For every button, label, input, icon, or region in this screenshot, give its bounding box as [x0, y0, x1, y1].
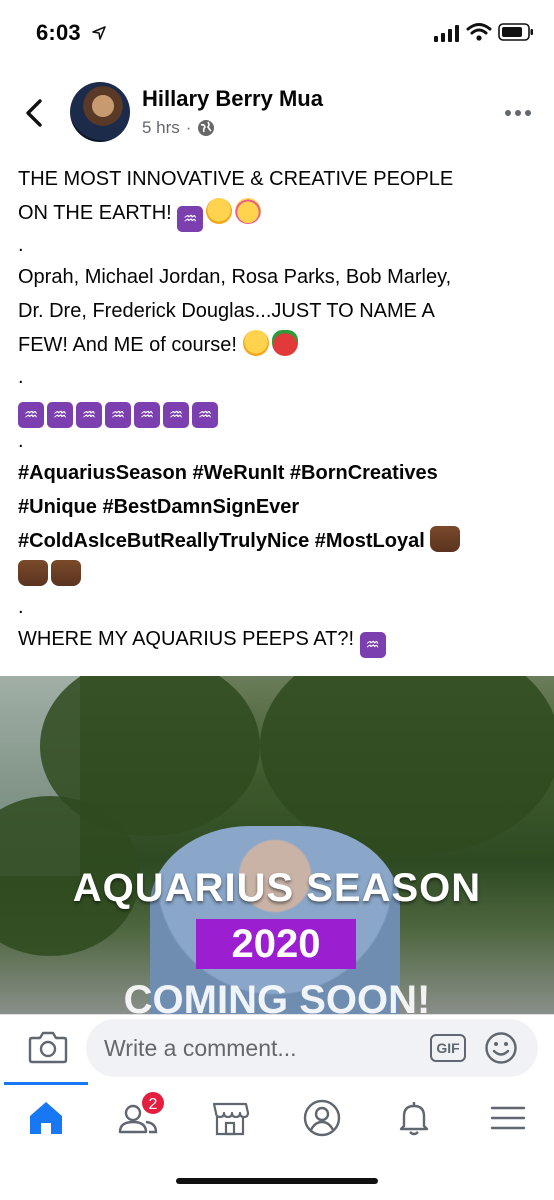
raising-hands-emoji-icon	[430, 526, 461, 552]
location-arrow-icon	[92, 26, 106, 40]
more-options-icon[interactable]	[504, 108, 532, 118]
hashtag-text[interactable]: #ColdAsIceButReallyTrulyNice #MostLoyal	[18, 530, 425, 552]
aquarius-emoji-icon: ♒	[163, 402, 189, 428]
post-line-text: WHERE MY AQUARIUS PEEPS AT?!	[18, 628, 355, 650]
hashtag-line[interactable]: #ColdAsIceButReallyTrulyNice #MostLoyal	[18, 524, 538, 558]
home-indicator[interactable]	[176, 1178, 378, 1184]
post-text: THE MOST INNOVATIVE & CREATIVE PEOPLE ON…	[18, 162, 538, 658]
aquarius-emoji-icon: ♒	[18, 402, 44, 428]
winking-face-emoji-icon	[242, 330, 269, 356]
aquarius-emoji-icon: ♒	[192, 402, 218, 428]
marketplace-tab-icon[interactable]	[208, 1096, 252, 1140]
partying-face-emoji-icon	[235, 198, 262, 224]
aquarius-emoji-icon: ♒	[177, 206, 204, 232]
video-year: 2020	[196, 919, 356, 969]
post-dot: .	[18, 234, 24, 256]
post-time[interactable]: 5 hrs	[142, 118, 180, 138]
strawberry-emoji-icon	[271, 330, 298, 356]
meta-separator: ·	[185, 118, 192, 137]
post-meta: 5 hrs ·	[142, 118, 215, 138]
aquarius-emoji-icon: ♒	[76, 402, 102, 428]
public-globe-icon	[198, 120, 215, 136]
post-dot: .	[18, 596, 24, 618]
post-video[interactable]: AQUARIUS SEASON 2020 COMING SOON!	[0, 676, 554, 1014]
menu-hamburger-icon[interactable]	[486, 1096, 530, 1140]
aquarius-emoji-icon: ♒	[105, 402, 131, 428]
emoji-picker-icon[interactable]	[484, 1031, 518, 1065]
author-avatar[interactable]	[70, 82, 130, 142]
back-chevron-icon[interactable]	[22, 98, 48, 128]
gif-button[interactable]: GIF	[430, 1034, 466, 1062]
post-line-text: FEW! And ME of course!	[18, 334, 237, 356]
post-dot: .	[18, 430, 24, 452]
comment-bar: Write a comment... GIF	[0, 1014, 554, 1082]
comment-placeholder: Write a comment...	[104, 1035, 297, 1061]
battery-icon	[498, 23, 533, 41]
raising-hands-row	[18, 558, 538, 592]
hashtag-line[interactable]: #Unique #BestDamnSignEver	[18, 490, 538, 524]
post-line: Oprah, Michael Jordan, Rosa Parks, Bob M…	[18, 266, 452, 288]
aquarius-emoji-icon: ♒	[134, 402, 160, 428]
status-time: 6:03	[36, 20, 81, 45]
profile-tab-icon[interactable]	[300, 1096, 344, 1140]
friends-notification-badge: 2	[140, 1090, 166, 1116]
cellular-signal-icon	[434, 25, 459, 42]
post-header: Hillary Berry Mua 5 hrs ·	[0, 78, 554, 150]
post-author-name[interactable]: Hillary Berry Mua	[142, 86, 323, 112]
post-line: Dr. Dre, Frederick Douglas...JUST TO NAM…	[18, 300, 435, 322]
post-dot: .	[18, 366, 24, 388]
raising-hands-emoji-icon	[18, 560, 48, 586]
aquarius-emoji-icon: ♒	[359, 632, 386, 658]
aquarius-emoji-row: ♒ ♒ ♒ ♒ ♒ ♒ ♒	[18, 392, 538, 428]
comment-input[interactable]: Write a comment... GIF	[86, 1019, 538, 1077]
home-tab-icon[interactable]	[24, 1096, 68, 1140]
camera-icon[interactable]	[28, 1029, 68, 1065]
video-subtitle: COMING SOON!	[123, 978, 431, 1014]
hashtag-line[interactable]: #AquariusSeason #WeRunIt #BornCreatives	[18, 456, 538, 490]
notifications-bell-icon[interactable]	[392, 1096, 436, 1140]
status-bar: 6:03	[0, 0, 554, 64]
aquarius-emoji-icon: ♒	[47, 402, 73, 428]
post-line-text: ON THE EARTH!	[18, 202, 172, 224]
post-line: ON THE EARTH! ♒	[18, 196, 538, 232]
post-line: FEW! And ME of course!	[18, 328, 538, 362]
zany-face-emoji-icon	[206, 198, 233, 224]
wifi-icon	[466, 23, 492, 41]
post-line: WHERE MY AQUARIUS PEEPS AT?! ♒	[18, 622, 538, 658]
post-line: THE MOST INNOVATIVE & CREATIVE PEOPLE	[18, 168, 454, 190]
active-tab-indicator	[4, 1082, 88, 1085]
video-title: AQUARIUS SEASON	[72, 866, 482, 910]
raising-hands-emoji-icon	[51, 560, 81, 586]
